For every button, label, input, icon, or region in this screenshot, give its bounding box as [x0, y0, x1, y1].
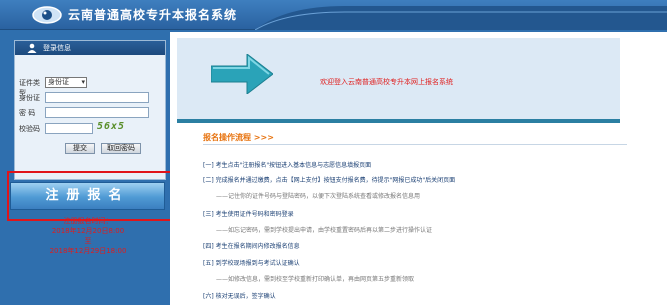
id-label: 身份证 [19, 94, 40, 102]
step-note: ——记住你的证件号码与登陆密码，以便下次登陆系统查看或修改报名信息用 [216, 193, 421, 200]
step-note: ——如忘记密码，需到学校提出申请，由学校重置密码后再以第二步进行操作认证 [216, 227, 433, 234]
left-column: 登录信息 证件类型 身份证 ▾ 身份证 密 码 校验码 56x5 提交 取回密码… [0, 30, 190, 305]
step-item: [三] 考生使用证件号码和密码登录 [203, 211, 294, 218]
register-button[interactable]: 注册报名 [10, 182, 165, 210]
submit-button[interactable]: 提交 [65, 143, 95, 154]
captcha-label: 校验码 [19, 125, 40, 133]
captcha-image[interactable]: 56x5 [97, 121, 125, 132]
app-title: 云南普通高校专升本报名系统 [68, 8, 238, 22]
password-label: 密 码 [19, 109, 36, 117]
login-heading: 登录信息 [15, 41, 165, 55]
id-input[interactable] [45, 92, 149, 103]
step-item: [六] 核对无误后，签字确认 [203, 293, 276, 300]
section-title: 报名操作流程 >>> [203, 133, 274, 142]
step-item: [四] 考生在报名期间内修改报名信息 [203, 243, 300, 250]
step-item: [一] 考生点击"注册报名"按钮进入基本信息与志愿信息填报页面 [203, 162, 372, 169]
login-panel: 登录信息 证件类型 身份证 ▾ 身份证 密 码 校验码 56x5 提交 取回密码 [14, 40, 166, 180]
step-item: [二] 完成报名并通过缴费，点击【网上支付】按钮支付报名费，待提示"网报已成功"… [203, 177, 456, 184]
eye-logo-icon [32, 6, 62, 24]
cert-type-select[interactable]: 身份证 ▾ [45, 77, 87, 88]
retrieve-password-button[interactable]: 取回密码 [101, 143, 141, 154]
welcome-text: 欢迎登入云南普通高校专升本网上报名系统 [320, 78, 453, 86]
header-decoration [255, 6, 667, 30]
user-icon [27, 43, 37, 53]
register-time: 注册报名时间： 2018年12月20日8:00 至 2018年12月29日18:… [18, 216, 158, 256]
register-time-line: 至 [84, 237, 92, 245]
login-heading-text: 登录信息 [43, 44, 71, 52]
step-item: [五] 到学校现场报到与考试认证确认 [203, 260, 300, 267]
chevron-down-icon: ▾ [81, 78, 85, 86]
step-note: ——如修改信息，需到校至学校重新打印确认单，再由网页第五步重新领取 [216, 276, 415, 283]
captcha-input[interactable] [45, 123, 93, 134]
register-time-line: 注册报名时间： [63, 217, 113, 225]
password-row: 密 码 [19, 108, 43, 118]
welcome-banner: 欢迎登入云南普通高校专升本网上报名系统 [177, 38, 620, 123]
id-row: 身份证 [19, 93, 43, 103]
register-time-line: 2018年12月20日8:00 [51, 227, 125, 235]
password-input[interactable] [45, 107, 149, 118]
cert-type-value: 身份证 [48, 78, 69, 86]
divider [203, 144, 627, 145]
register-time-line: 2018年12月29日18:00 [49, 247, 127, 255]
arrow-right-icon [211, 54, 273, 94]
captcha-row: 校验码 [19, 124, 43, 134]
app-header: 云南普通高校专升本报名系统 [0, 0, 667, 30]
main-content: 欢迎登入云南普通高校专升本网上报名系统 报名操作流程 >>> [一] 考生点击"… [170, 32, 667, 305]
